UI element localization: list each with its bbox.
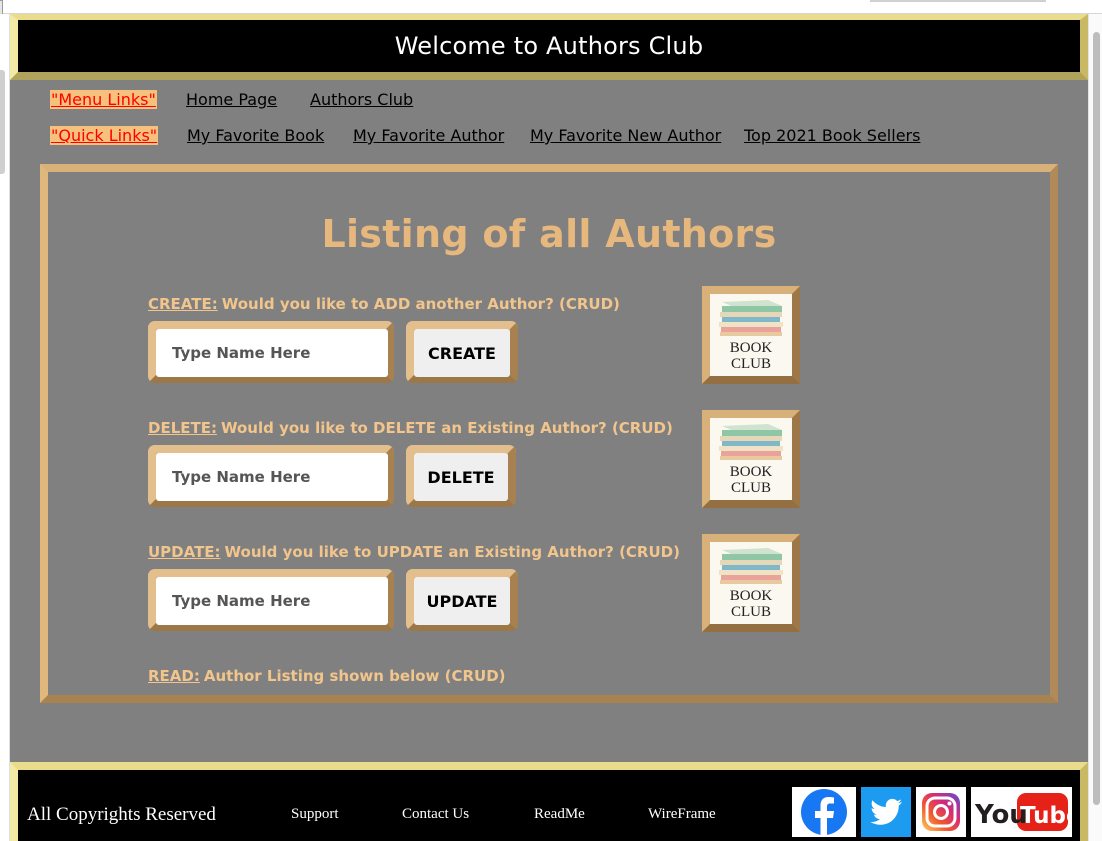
quick-links-label[interactable]: "Quick Links"	[50, 126, 159, 145]
page: Welcome to Authors Club "Menu Links" Hom…	[10, 14, 1088, 841]
update-prompt: UPDATE: Would you like to UPDATE an Exist…	[148, 543, 680, 561]
footer-link-contact-us[interactable]: Contact Us	[402, 806, 469, 823]
delete-name-input[interactable]	[156, 453, 388, 501]
update-key: UPDATE:	[148, 543, 221, 561]
nav-link-home-page[interactable]: Home Page	[186, 90, 277, 109]
update-button[interactable]: UPDATE	[414, 577, 510, 625]
book-club-image-3: BOOK CLUB	[702, 534, 800, 632]
book-club-logo-2: BOOK CLUB	[710, 418, 792, 500]
vertical-scrollbar[interactable]	[1088, 14, 1102, 841]
nav-link-favorite-author[interactable]: My Favorite Author	[353, 126, 504, 145]
nav-link-favorite-new-author[interactable]: My Favorite New Author	[530, 126, 721, 145]
youtube-icon[interactable]: You Tube	[971, 787, 1072, 837]
book-club-text-2b: CLUB	[731, 480, 771, 496]
book-club-text-2a: BOOK	[730, 464, 773, 480]
update-name-input[interactable]	[156, 577, 388, 625]
nav-link-favorite-book[interactable]: My Favorite Book	[187, 126, 324, 145]
browser-tab-stub	[870, 0, 1046, 2]
footer-link-readme[interactable]: ReadMe	[534, 806, 585, 823]
instagram-icon[interactable]	[916, 787, 966, 837]
nav-link-authors-club[interactable]: Authors Club	[310, 90, 413, 109]
nav-link-top-2021-sellers[interactable]: Top 2021 Book Sellers	[744, 126, 920, 145]
create-prompt: CREATE: Would you like to ADD another Aut…	[148, 295, 620, 313]
update-input-frame	[148, 569, 394, 631]
delete-key: DELETE:	[148, 419, 217, 437]
create-key: CREATE:	[148, 295, 218, 313]
create-name-input[interactable]	[156, 329, 388, 377]
create-button[interactable]: CREATE	[414, 329, 510, 377]
create-button-frame: CREATE	[406, 321, 518, 383]
read-key: READ:	[148, 667, 200, 685]
read-text: Author Listing shown below (CRUD)	[203, 667, 506, 685]
book-club-text-3b: CLUB	[731, 604, 771, 620]
delete-input-frame	[148, 445, 394, 507]
create-input-frame	[148, 321, 394, 383]
delete-text: Would you like to DELETE an Existing Aut…	[220, 419, 673, 437]
authors-panel: Listing of all Authors CREATE: Would you …	[40, 164, 1058, 703]
scrollbar-thumb[interactable]	[1093, 32, 1100, 805]
menu-links-row: "Menu Links" Home Page Authors Club	[10, 87, 1088, 113]
youtube-text-tube: Tube	[1020, 803, 1072, 829]
facebook-icon[interactable]	[792, 787, 856, 837]
copyright-text: All Copyrights Reserved	[27, 804, 216, 825]
delete-prompt: DELETE: Would you like to DELETE an Exist…	[148, 419, 673, 437]
footer-link-wireframe[interactable]: WireFrame	[648, 806, 716, 823]
update-button-frame: UPDATE	[406, 569, 518, 631]
book-club-image-1: BOOK CLUB	[702, 286, 800, 384]
delete-button[interactable]: DELETE	[414, 453, 508, 501]
book-club-text-1a: BOOK	[730, 340, 773, 356]
read-prompt: READ: Author Listing shown below (CRUD)	[148, 667, 506, 685]
footer-link-support[interactable]: Support	[291, 806, 339, 823]
browser-top-bar	[0, 0, 1102, 14]
twitter-icon[interactable]	[861, 787, 911, 837]
book-club-text-3a: BOOK	[730, 588, 773, 604]
site-footer: All Copyrights Reserved Support Contact …	[10, 762, 1088, 841]
book-club-logo-1: BOOK CLUB	[710, 294, 792, 376]
site-header: Welcome to Authors Club	[10, 14, 1088, 80]
update-text: Would you like to UPDATE an Existing Aut…	[224, 543, 680, 561]
delete-button-frame: DELETE	[406, 445, 516, 507]
menu-links-label[interactable]: "Menu Links"	[50, 90, 157, 109]
book-club-logo-3: BOOK CLUB	[710, 542, 792, 624]
page-title: Welcome to Authors Club	[394, 32, 704, 60]
left-gutter	[0, 14, 10, 841]
book-club-text-1b: CLUB	[731, 356, 771, 372]
gutter-handle[interactable]	[0, 70, 5, 174]
quick-links-row: "Quick Links" My Favorite Book My Favori…	[10, 123, 1088, 149]
panel-heading: Listing of all Authors	[321, 212, 777, 256]
book-club-image-2: BOOK CLUB	[702, 410, 800, 508]
create-text: Would you like to ADD another Author? (C…	[221, 295, 620, 313]
